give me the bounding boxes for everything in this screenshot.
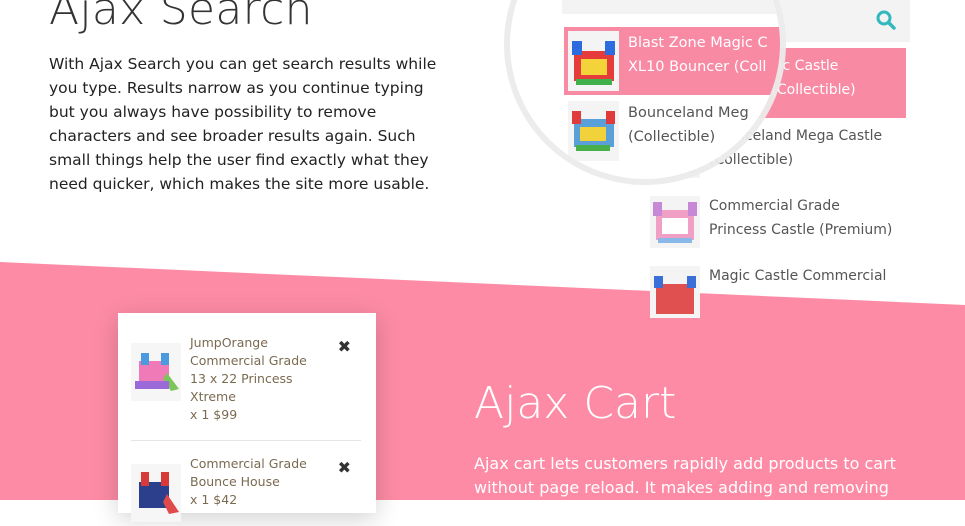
zoomed-result-item[interactable]: Blast Zone Magic C XL10 Bouncer (Coll xyxy=(564,27,780,95)
cart-section-description: Ajax cart lets customers rapidly add pro… xyxy=(474,454,896,497)
cart-item-name[interactable]: JumpOrange Commercial Grade 13 x 22 Prin… xyxy=(190,334,320,424)
zoomed-search-input: cas xyxy=(562,0,780,14)
product-thumbnail xyxy=(131,343,181,401)
remove-item-icon[interactable]: ✖ xyxy=(338,458,351,477)
search-icon[interactable] xyxy=(876,10,896,30)
cart-item-name[interactable]: Commercial Grade Bounce House x 1 $42 xyxy=(190,455,320,509)
zoomed-result-line: Blast Zone Magic C xyxy=(628,35,768,51)
cart-section-title: Ajax Cart xyxy=(474,378,677,429)
search-section-description: With Ajax Search you can get search resu… xyxy=(49,55,437,193)
zoomed-result-line: (Collectible) xyxy=(628,129,716,145)
search-result-label: Magic Castle Commercial xyxy=(709,268,887,284)
product-thumbnail xyxy=(131,464,181,522)
product-thumbnail xyxy=(650,196,700,248)
magnifier-lens: cas Blast Zone Magic C XL10 Bouncer (Coll… xyxy=(510,0,780,179)
search-result-item[interactable]: Commercial Grade Princess Castle (Premiu… xyxy=(648,188,906,258)
cart-divider xyxy=(131,440,361,441)
search-result-label: Commercial Grade Princess Castle (Premiu… xyxy=(709,198,893,238)
product-thumbnail xyxy=(650,266,700,318)
zoomed-result-item[interactable]: Bounceland Meg (Collectible) xyxy=(564,97,780,165)
remove-item-icon[interactable]: ✖ xyxy=(338,337,351,356)
product-thumbnail xyxy=(568,101,619,161)
product-thumbnail xyxy=(568,31,619,91)
search-result-item[interactable]: Magic Castle Commercial xyxy=(648,258,906,328)
zoomed-result-line: XL10 Bouncer (Coll xyxy=(628,59,767,75)
search-section-title: Ajax Search xyxy=(49,0,313,35)
mini-cart: JumpOrange Commercial Grade 13 x 22 Prin… xyxy=(118,313,376,522)
zoomed-result-line: Bounceland Meg xyxy=(628,105,749,121)
cart-item-quantity-price: x 1 $99 xyxy=(190,407,238,422)
